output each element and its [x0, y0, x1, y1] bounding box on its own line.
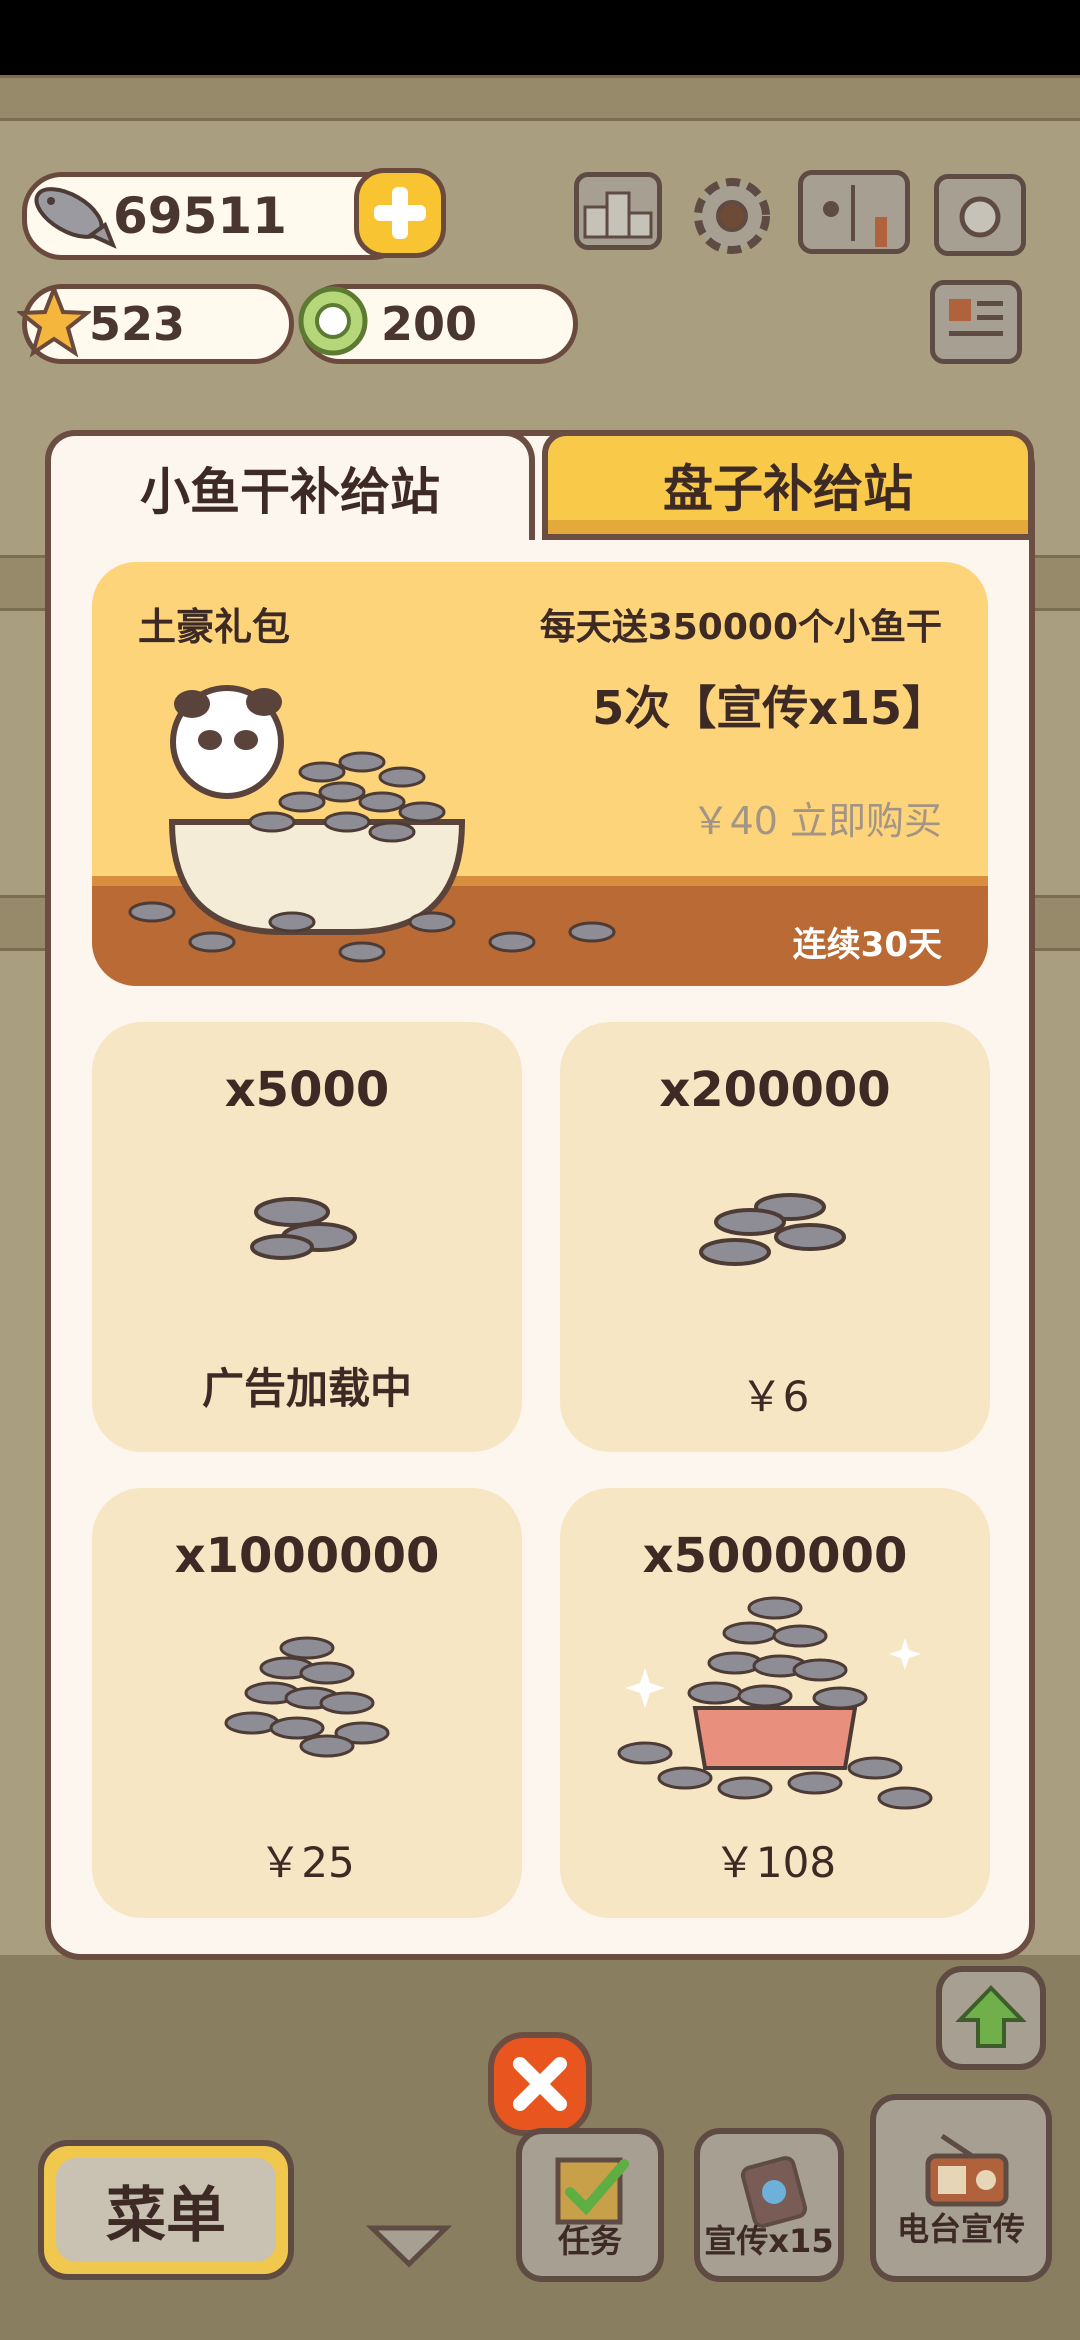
- item-price: ￥6: [740, 1372, 810, 1421]
- settings-button[interactable]: [686, 170, 778, 262]
- star-count: 523: [89, 297, 186, 351]
- item-quantity: x5000000: [642, 1528, 908, 1584]
- fish-bunch-icon: [699, 1193, 846, 1266]
- newspaper-icon: [949, 299, 1003, 336]
- banner-buy-button[interactable]: ￥40 立即购买: [692, 790, 942, 845]
- gear-icon: [694, 178, 770, 254]
- ranking-icon: [583, 191, 653, 239]
- task-button[interactable]: 任务: [516, 2128, 664, 2282]
- close-icon: [513, 2057, 567, 2111]
- banner-duration: 连续30天: [792, 925, 942, 965]
- plate-icon: [298, 286, 368, 356]
- plus-icon: [374, 187, 426, 239]
- banner-daily-reward: 每天送350000个小鱼干: [539, 607, 942, 648]
- background-beam: [0, 75, 1080, 121]
- fish-count: 69511: [113, 187, 287, 245]
- close-button[interactable]: [488, 2032, 592, 2136]
- radio-icon: [925, 2133, 1009, 2207]
- item-quantity: x200000: [659, 1062, 891, 1118]
- item-price: ￥108: [713, 1838, 837, 1887]
- promo-button[interactable]: 宣传x15: [694, 2128, 844, 2282]
- fish-bowl-icon: [617, 1596, 933, 1810]
- news-button[interactable]: [930, 280, 1022, 364]
- tab-label: 盘子补给站: [663, 460, 913, 518]
- fish-small-icon: [250, 1197, 357, 1260]
- shop-item-card[interactable]: x5000 广告加载中: [92, 1022, 522, 1452]
- item-price: ￥25: [259, 1838, 355, 1887]
- chevron-down-icon[interactable]: [364, 2218, 454, 2272]
- plate-currency-pill: 200: [298, 284, 578, 364]
- item-quantity: x5000: [224, 1062, 390, 1118]
- star-icon: [17, 285, 91, 358]
- item-quantity: x1000000: [174, 1528, 440, 1584]
- add-fish-button[interactable]: [354, 168, 446, 258]
- camera-button[interactable]: [934, 174, 1026, 256]
- arrow-up-icon: [955, 1985, 1027, 2048]
- shop-item-card[interactable]: x5000000 ￥108: [560, 1488, 990, 1918]
- fish-pile-icon: [224, 1636, 390, 1758]
- ranking-button[interactable]: [574, 172, 662, 250]
- encyclopedia-button[interactable]: [798, 170, 910, 254]
- banner-bonus: 5次【宣传x15】: [592, 681, 948, 735]
- tycoon-gift-banner[interactable]: 土豪礼包 每天送350000个小鱼干 5次【宣传x15】 ￥40 立即购买 连续…: [92, 562, 988, 986]
- tab-plate-supply[interactable]: 盘子补给站: [542, 430, 1034, 540]
- camera-icon: [959, 196, 1001, 238]
- tab-fish-supply[interactable]: 小鱼干补给站: [45, 430, 535, 540]
- tab-label: 小鱼干补给站: [140, 463, 440, 521]
- plate-count: 200: [381, 297, 478, 351]
- item-price: 广告加载中: [201, 1364, 412, 1413]
- radio-label: 电台宣传: [896, 2210, 1025, 2248]
- scroll-up-button[interactable]: [936, 1966, 1046, 2070]
- shop-item-card[interactable]: x1000000 ￥25: [92, 1488, 522, 1918]
- scattered-fish-illustration: [128, 901, 616, 963]
- star-currency-pill: 523: [17, 284, 294, 364]
- radio-promo-button[interactable]: 电台宣传: [870, 2094, 1052, 2282]
- promo-label: 宣传x15: [704, 2222, 834, 2260]
- banner-title: 土豪礼包: [138, 605, 291, 649]
- fish-icon: [34, 187, 117, 249]
- menu-button[interactable]: 菜单: [38, 2140, 294, 2280]
- book-icon: [823, 185, 887, 247]
- menu-label: 菜单: [56, 2158, 276, 2262]
- shop-item-card[interactable]: x200000 ￥6: [560, 1022, 990, 1452]
- task-label: 任务: [557, 2222, 622, 2260]
